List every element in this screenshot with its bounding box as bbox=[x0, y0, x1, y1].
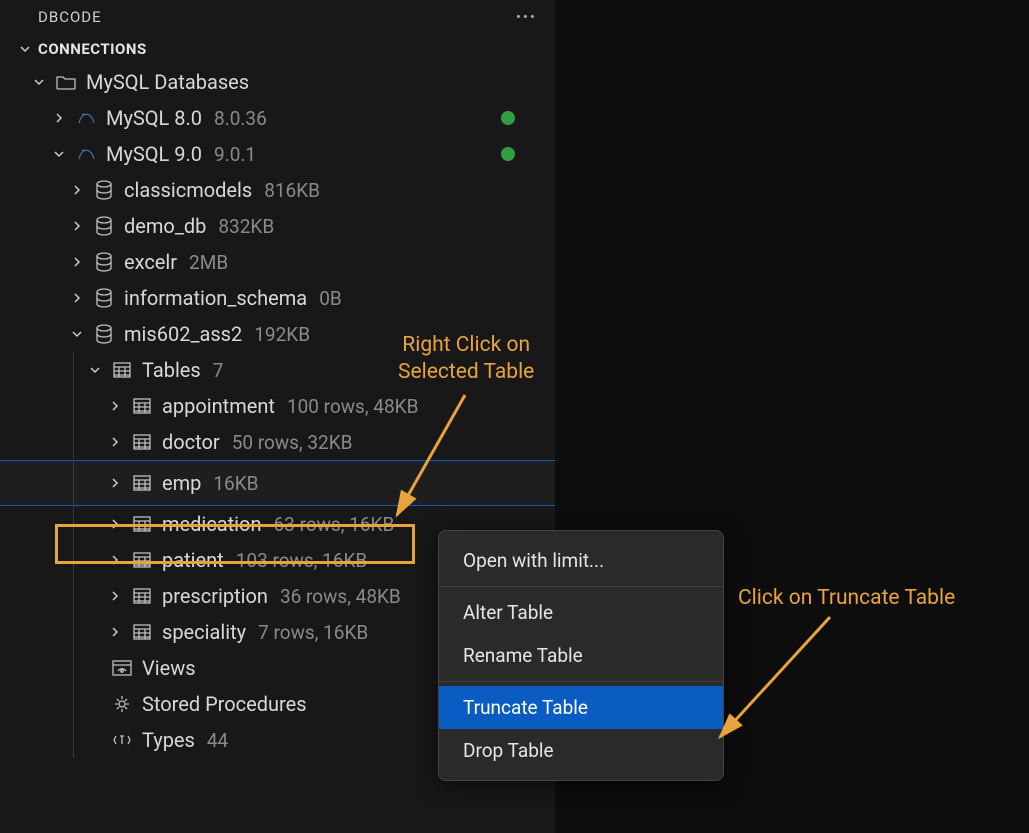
annotation-line2: Selected Table bbox=[398, 359, 534, 386]
panel-title: DBCODE bbox=[38, 8, 102, 26]
status-badge bbox=[501, 147, 515, 161]
annotation-arrow-icon bbox=[710, 612, 840, 747]
db-demo_db[interactable]: demo_db 832KB bbox=[0, 208, 555, 244]
chevron-right-icon bbox=[52, 112, 66, 124]
database-icon bbox=[94, 288, 114, 308]
menu-drop-table[interactable]: Drop Table bbox=[439, 729, 723, 772]
db-label: excelr bbox=[124, 250, 177, 274]
chevron-down-icon bbox=[52, 148, 66, 160]
database-icon bbox=[94, 180, 114, 200]
server-label: MySQL 9.0 bbox=[106, 142, 202, 166]
db-information_schema[interactable]: information_schema 0B bbox=[0, 280, 555, 316]
more-actions-icon[interactable]: ••• bbox=[516, 8, 537, 26]
menu-separator bbox=[439, 681, 723, 682]
panel-header: DBCODE ••• bbox=[0, 0, 555, 34]
db-label: demo_db bbox=[124, 214, 206, 238]
db-label: classicmodels bbox=[124, 178, 252, 202]
chevron-right-icon bbox=[70, 184, 84, 196]
menu-separator bbox=[439, 586, 723, 587]
mysql-icon bbox=[76, 108, 96, 128]
db-size: 192KB bbox=[254, 323, 310, 346]
annotation-arrow-icon bbox=[385, 390, 485, 525]
table-icon bbox=[132, 586, 152, 606]
server-version: 9.0.1 bbox=[214, 143, 256, 166]
database-icon bbox=[94, 252, 114, 272]
table-icon bbox=[132, 473, 152, 493]
context-menu: Open with limit... Alter Table Rename Ta… bbox=[438, 530, 724, 781]
chevron-right-icon bbox=[108, 477, 122, 489]
types-label: Types bbox=[142, 728, 195, 752]
table-icon bbox=[132, 432, 152, 452]
database-icon bbox=[94, 216, 114, 236]
db-excelr[interactable]: excelr 2MB bbox=[0, 244, 555, 280]
table-meta: 50 rows, 32KB bbox=[232, 431, 353, 454]
tables-count: 7 bbox=[213, 359, 224, 382]
chevron-right-icon bbox=[70, 292, 84, 304]
views-label: Views bbox=[142, 656, 196, 680]
menu-open-with-limit[interactable]: Open with limit... bbox=[439, 539, 723, 582]
server-version: 8.0.36 bbox=[214, 107, 267, 130]
table-label: emp bbox=[162, 471, 201, 495]
menu-rename-table[interactable]: Rename Table bbox=[439, 634, 723, 677]
server-mysql-8[interactable]: MySQL 8.0 8.0.36 bbox=[0, 100, 555, 136]
chevron-right-icon bbox=[70, 256, 84, 268]
db-size: 816KB bbox=[264, 179, 320, 202]
mysql-icon bbox=[76, 144, 96, 164]
status-badge bbox=[501, 111, 515, 125]
table-icon bbox=[132, 622, 152, 642]
chevron-down-icon bbox=[70, 328, 84, 340]
group-label: MySQL Databases bbox=[86, 70, 249, 94]
chevron-right-icon bbox=[108, 436, 122, 448]
server-label: MySQL 8.0 bbox=[106, 106, 202, 130]
annotation-truncate-hint: Click on Truncate Table bbox=[738, 586, 955, 610]
annotation-line1: Right Click on bbox=[398, 332, 534, 359]
database-icon bbox=[94, 324, 114, 344]
table-label: speciality bbox=[162, 620, 246, 644]
table-meta: 7 rows, 16KB bbox=[258, 621, 368, 644]
chevron-down-icon bbox=[18, 43, 32, 55]
annotation-right-click: Right Click on Selected Table bbox=[398, 332, 534, 387]
group-mysql-databases[interactable]: MySQL Databases bbox=[0, 64, 555, 100]
server-mysql-9[interactable]: MySQL 9.0 9.0.1 bbox=[0, 136, 555, 172]
tables-label: Tables bbox=[142, 358, 201, 382]
section-label: CONNECTIONS bbox=[38, 40, 147, 58]
db-label: information_schema bbox=[124, 286, 307, 310]
menu-alter-table[interactable]: Alter Table bbox=[439, 591, 723, 634]
table-label: prescription bbox=[162, 584, 268, 608]
db-label: mis602_ass2 bbox=[124, 322, 242, 346]
table-icon bbox=[132, 396, 152, 416]
chevron-right-icon bbox=[108, 590, 122, 602]
table-label: appointment bbox=[162, 394, 275, 418]
db-classicmodels[interactable]: classicmodels 816KB bbox=[0, 172, 555, 208]
views-icon bbox=[112, 658, 132, 678]
section-connections[interactable]: CONNECTIONS bbox=[0, 34, 555, 64]
chevron-right-icon bbox=[70, 220, 84, 232]
chevron-right-icon bbox=[108, 400, 122, 412]
gear-icon bbox=[112, 694, 132, 714]
table-meta: 36 rows, 48KB bbox=[280, 585, 401, 608]
table-meta: 16KB bbox=[213, 472, 258, 495]
types-icon bbox=[112, 730, 132, 750]
annotation-highlight-selected-row bbox=[55, 524, 415, 564]
menu-truncate-table[interactable]: Truncate Table bbox=[439, 686, 723, 729]
sp-label: Stored Procedures bbox=[142, 692, 307, 716]
db-size: 0B bbox=[319, 287, 342, 310]
db-size: 832KB bbox=[218, 215, 274, 238]
chevron-right-icon bbox=[108, 626, 122, 638]
types-count: 44 bbox=[207, 729, 228, 752]
folder-icon bbox=[56, 72, 76, 92]
db-size: 2MB bbox=[189, 251, 228, 274]
table-label: doctor bbox=[162, 430, 220, 454]
chevron-down-icon bbox=[32, 76, 46, 88]
tables-icon bbox=[112, 360, 132, 380]
chevron-down-icon bbox=[88, 364, 102, 376]
